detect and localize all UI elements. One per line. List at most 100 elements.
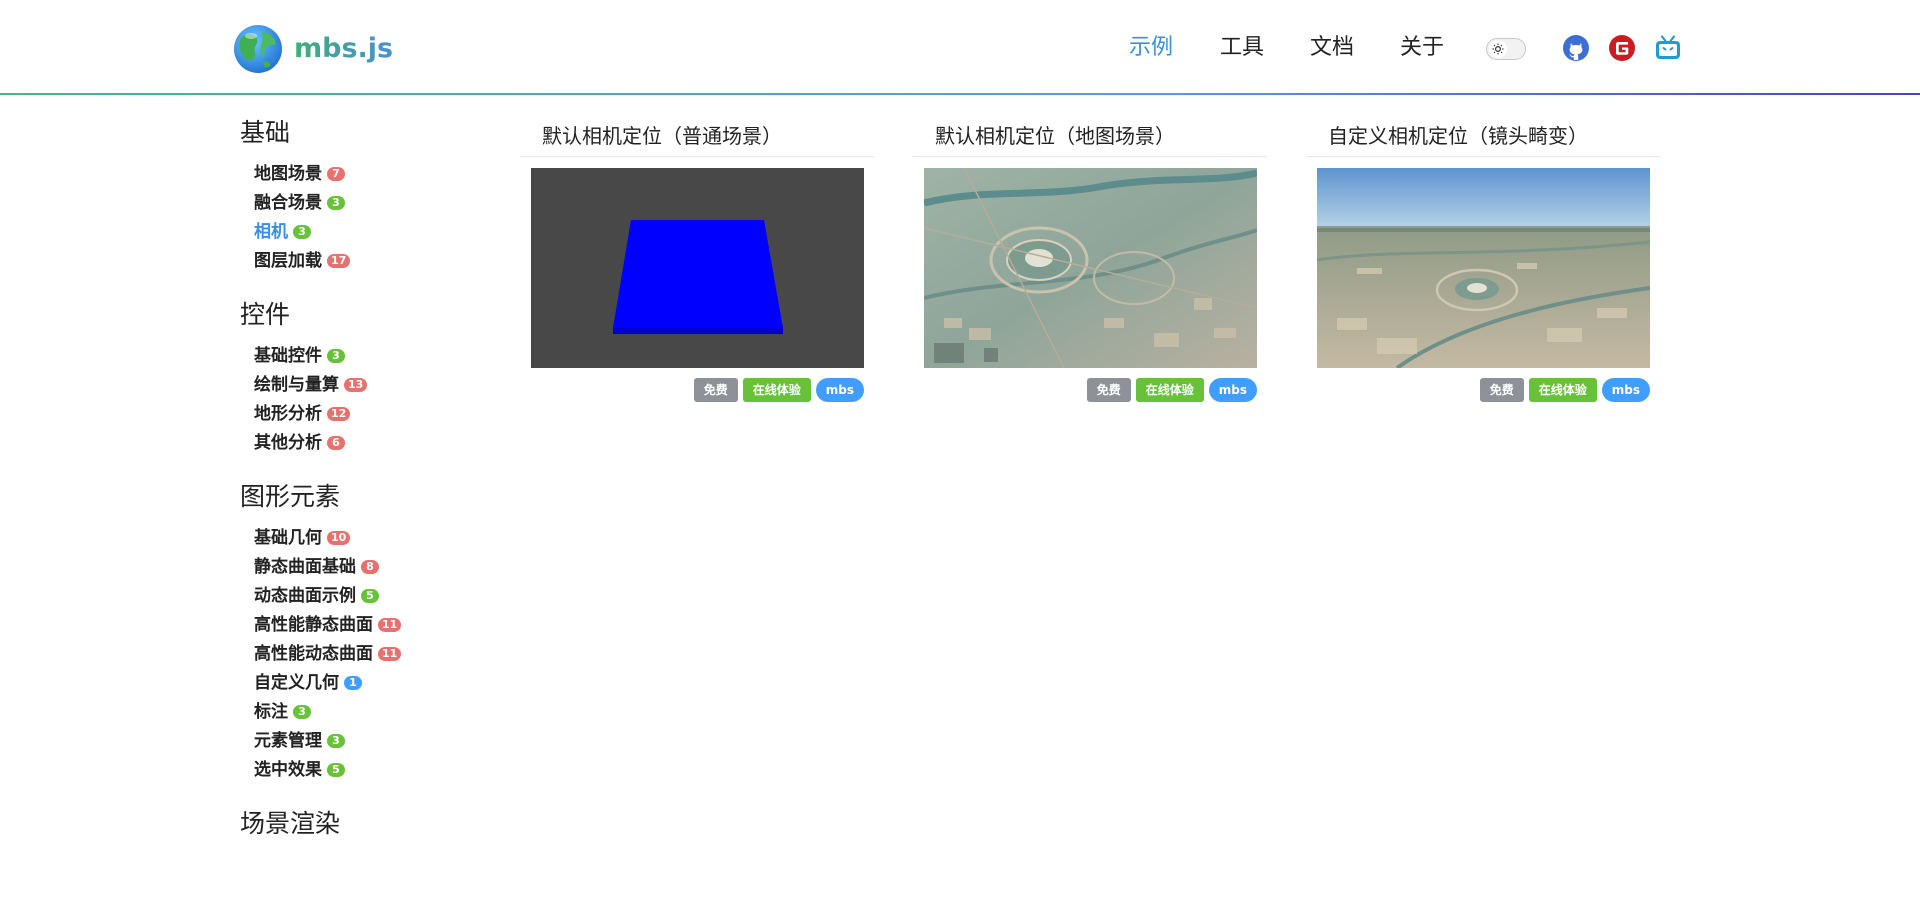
sidebar-item[interactable]: 融合场景 3 bbox=[254, 189, 500, 218]
bilibili-icon[interactable] bbox=[1654, 34, 1682, 62]
logo-text: mbs.js bbox=[294, 24, 393, 74]
sidebar-item-list: 基础控件 3 绘制与量算 13 地形分析 12 其他分析 6 bbox=[254, 342, 500, 458]
count-badge: 3 bbox=[293, 705, 311, 719]
sidebar-item[interactable]: 动态曲面示例 5 bbox=[254, 582, 500, 611]
theme-toggle[interactable] bbox=[1486, 38, 1526, 60]
sidebar-item[interactable]: 基础几何 10 bbox=[254, 524, 500, 553]
category-sidebar: 基础 地图场景 7 融合场景 3 相机 3 图层加载 17 控件 基础控件 3 绘制与量算 13 地形分析 1… bbox=[240, 116, 500, 863]
sidebar-item[interactable]: 元素管理 3 bbox=[254, 727, 500, 756]
sidebar-item[interactable]: 自定义几何 1 bbox=[254, 669, 500, 698]
count-badge: 1 bbox=[344, 676, 362, 690]
nav-about[interactable]: 关于 bbox=[1400, 28, 1444, 68]
count-badge: 10 bbox=[327, 531, 351, 545]
sidebar-item[interactable]: 地图场景 7 bbox=[254, 160, 500, 189]
tag-online-demo[interactable]: 在线体验 bbox=[742, 378, 811, 402]
sidebar-item[interactable]: 其他分析 6 bbox=[254, 429, 500, 458]
sidebar-item[interactable]: 地形分析 12 bbox=[254, 400, 500, 429]
count-badge: 3 bbox=[327, 196, 345, 210]
card-tags: 免费 在线体验 mbs bbox=[693, 378, 864, 402]
example-card: 默认相机定位（普通场景） 免费 在线体验 mbs bbox=[520, 116, 874, 402]
globe-logo-icon bbox=[234, 25, 282, 73]
tag-mbs[interactable]: mbs bbox=[1208, 378, 1257, 402]
sidebar-item-label: 相机 bbox=[254, 222, 288, 242]
sidebar-item-label: 标注 bbox=[254, 702, 288, 722]
sidebar-item-list: 基础几何 10 静态曲面基础 8 动态曲面示例 5 高性能静态曲面 11 高性能动态曲面 11 自定… bbox=[254, 524, 500, 785]
sidebar-item-label: 基础几何 bbox=[254, 528, 322, 548]
nav-examples[interactable]: 示例 bbox=[1129, 28, 1173, 68]
aerial-map-preview bbox=[924, 168, 1257, 368]
sidebar-group-title: 控件 bbox=[240, 300, 291, 329]
nav-docs[interactable]: 文档 bbox=[1310, 28, 1354, 68]
tag-free[interactable]: 免费 bbox=[693, 378, 738, 402]
example-card: 自定义相机定位（镜头畸变） 免费 在线体验 mbs bbox=[1306, 116, 1660, 402]
count-badge: 17 bbox=[327, 254, 351, 268]
sidebar-item-label: 绘制与量算 bbox=[254, 375, 339, 395]
card-thumbnail[interactable] bbox=[1317, 168, 1650, 368]
github-icon[interactable] bbox=[1562, 34, 1590, 62]
sidebar-item-label: 动态曲面示例 bbox=[254, 586, 356, 606]
header-divider bbox=[0, 93, 1920, 95]
sidebar-item-label: 其他分析 bbox=[254, 433, 322, 453]
count-badge: 7 bbox=[327, 167, 345, 181]
sidebar-item-label: 图层加载 bbox=[254, 251, 322, 271]
sidebar-item-label: 选中效果 bbox=[254, 760, 322, 780]
count-badge: 6 bbox=[327, 436, 345, 450]
card-thumbnail[interactable] bbox=[924, 168, 1257, 368]
tag-online-demo[interactable]: 在线体验 bbox=[1135, 378, 1204, 402]
count-badge: 3 bbox=[327, 349, 345, 363]
sidebar-item-label: 静态曲面基础 bbox=[254, 557, 356, 577]
theme-toggle-knob bbox=[1489, 40, 1507, 58]
nav-tools[interactable]: 工具 bbox=[1220, 28, 1264, 68]
count-badge: 11 bbox=[378, 647, 402, 661]
card-title: 默认相机定位（普通场景） bbox=[520, 116, 874, 157]
sidebar-group: 基础地图场景 7 融合场景 3 相机 3 图层加载 17 bbox=[240, 116, 500, 276]
sidebar-group: 控件基础控件 3 绘制与量算 13 地形分析 12 其他分析 6 bbox=[240, 298, 500, 458]
sidebar-item-label: 地形分析 bbox=[254, 404, 322, 424]
sidebar-item[interactable]: 高性能动态曲面 11 bbox=[254, 640, 500, 669]
count-badge: 3 bbox=[327, 734, 345, 748]
tag-free[interactable]: 免费 bbox=[1086, 378, 1131, 402]
tag-mbs[interactable]: mbs bbox=[815, 378, 864, 402]
card-tags: 免费 在线体验 mbs bbox=[1479, 378, 1650, 402]
sidebar-item[interactable]: 高性能静态曲面 11 bbox=[254, 611, 500, 640]
sidebar-item-label: 高性能静态曲面 bbox=[254, 615, 373, 635]
sidebar-item-label: 基础控件 bbox=[254, 346, 322, 366]
tag-mbs[interactable]: mbs bbox=[1601, 378, 1650, 402]
count-badge: 5 bbox=[361, 589, 379, 603]
tag-online-demo[interactable]: 在线体验 bbox=[1528, 378, 1597, 402]
count-badge: 11 bbox=[378, 618, 402, 632]
count-badge: 13 bbox=[344, 378, 368, 392]
example-card: 默认相机定位（地图场景） 免费 在线体验 mbs bbox=[913, 116, 1267, 402]
sidebar-group: 图形元素 基础几何 10 静态曲面基础 8 动态曲面示例 5 高性能静态曲面 11 高性能动态曲面… bbox=[240, 480, 500, 785]
site-logo[interactable]: mbs.js bbox=[233, 24, 393, 74]
sidebar-item[interactable]: 选中效果 5 bbox=[254, 756, 500, 785]
sidebar-group-title: 图形元素 bbox=[240, 482, 341, 511]
count-badge: 3 bbox=[293, 225, 311, 239]
count-badge: 12 bbox=[327, 407, 351, 421]
sidebar-item-label: 融合场景 bbox=[254, 193, 322, 213]
sidebar-item[interactable]: 基础控件 3 bbox=[254, 342, 500, 371]
aerial-horizon-preview bbox=[1317, 168, 1650, 368]
card-title: 自定义相机定位（镜头畸变） bbox=[1306, 116, 1660, 157]
card-thumbnail[interactable] bbox=[531, 168, 864, 368]
sidebar-item[interactable]: 标注 3 bbox=[254, 698, 500, 727]
count-badge: 8 bbox=[361, 560, 379, 574]
sidebar-group-title: 场景渲染 bbox=[240, 809, 341, 838]
sidebar-group: 场景渲染 bbox=[240, 807, 500, 841]
sidebar-item[interactable]: 绘制与量算 13 bbox=[254, 371, 500, 400]
sidebar-item-label: 元素管理 bbox=[254, 731, 322, 751]
tag-free[interactable]: 免费 bbox=[1479, 378, 1524, 402]
card-tags: 免费 在线体验 mbs bbox=[1086, 378, 1257, 402]
sidebar-item-label: 自定义几何 bbox=[254, 673, 339, 693]
gitee-icon[interactable] bbox=[1608, 34, 1636, 62]
sidebar-item-label: 地图场景 bbox=[254, 164, 322, 184]
sidebar-item[interactable]: 静态曲面基础 8 bbox=[254, 553, 500, 582]
blue-box-preview bbox=[613, 220, 783, 334]
sun-icon bbox=[1492, 43, 1504, 55]
sidebar-group-title: 基础 bbox=[240, 118, 291, 147]
top-navbar: mbs.js 示例 工具 文档 关于 bbox=[0, 0, 1920, 95]
sidebar-item[interactable]: 图层加载 17 bbox=[254, 247, 500, 276]
sidebar-item-label: 高性能动态曲面 bbox=[254, 644, 373, 664]
sidebar-item-list: 地图场景 7 融合场景 3 相机 3 图层加载 17 bbox=[254, 160, 500, 276]
sidebar-item[interactable]: 相机 3 bbox=[254, 218, 500, 247]
